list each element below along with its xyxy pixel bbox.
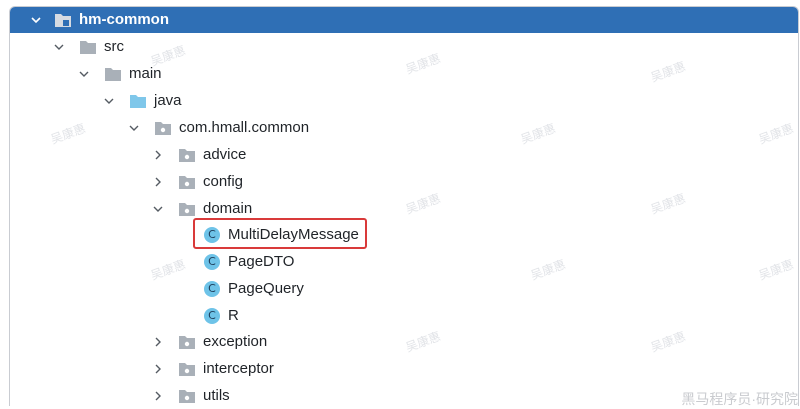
tree-item-java[interactable]: java bbox=[10, 88, 798, 114]
tree-item-label: config bbox=[203, 173, 244, 190]
package-icon bbox=[178, 387, 196, 405]
tree-item-label: advice bbox=[203, 146, 247, 163]
tree-item-config[interactable]: config bbox=[10, 169, 798, 195]
package-icon bbox=[178, 173, 196, 191]
class-c-icon: C bbox=[204, 254, 220, 270]
source-folder-icon bbox=[129, 92, 147, 110]
package-icon bbox=[178, 360, 196, 378]
highlight-box bbox=[193, 218, 367, 249]
tree-item-label: main bbox=[129, 65, 162, 82]
folder-icon bbox=[104, 65, 122, 83]
module-folder-icon bbox=[54, 11, 72, 29]
tree-item-label: exception bbox=[203, 333, 268, 350]
tree-item-class-pagequery[interactable]: C PageQuery bbox=[10, 276, 798, 302]
tree-item-label: utils bbox=[203, 387, 230, 404]
tree-item-label: R bbox=[228, 307, 239, 324]
chevron-down-icon[interactable] bbox=[29, 13, 43, 27]
tree-item-label: com.hmall.common bbox=[179, 119, 310, 136]
chevron-down-icon[interactable] bbox=[127, 121, 141, 135]
class-c-icon: C bbox=[204, 308, 220, 324]
tree-item-exception[interactable]: exception bbox=[10, 329, 798, 355]
tree-item-class-multidelaymessage[interactable]: C MultiDelayMessage bbox=[10, 222, 798, 248]
tree-item-interceptor[interactable]: interceptor bbox=[10, 356, 798, 382]
tree-item-label: PageQuery bbox=[228, 280, 304, 297]
tree-item-label: hm-common bbox=[79, 11, 169, 28]
tree-item-class-r[interactable]: C R bbox=[10, 303, 798, 329]
chevron-right-icon[interactable] bbox=[151, 175, 165, 189]
chevron-down-icon[interactable] bbox=[102, 94, 116, 108]
tree-item-label: interceptor bbox=[203, 360, 274, 377]
chevron-down-icon[interactable] bbox=[151, 202, 165, 216]
tree-item-package[interactable]: com.hmall.common bbox=[10, 115, 798, 141]
package-icon bbox=[178, 200, 196, 218]
tree-item-label: src bbox=[104, 38, 124, 55]
package-icon bbox=[154, 119, 172, 137]
package-icon bbox=[178, 333, 196, 351]
tree-item-advice[interactable]: advice bbox=[10, 142, 798, 168]
class-c-icon: C bbox=[204, 281, 220, 297]
footer-watermark: 黑马程序员·研究院 bbox=[681, 391, 798, 407]
tree-item-label: PageDTO bbox=[228, 253, 295, 270]
project-tree-panel: hm-common src main java com.hmall.common… bbox=[9, 6, 799, 406]
tree-item-hm-common[interactable]: hm-common bbox=[10, 7, 798, 33]
tree-item-main[interactable]: main bbox=[10, 61, 798, 87]
chevron-right-icon[interactable] bbox=[151, 362, 165, 376]
tree-item-label: java bbox=[154, 92, 182, 109]
chevron-right-icon[interactable] bbox=[151, 389, 165, 403]
tree-item-label: domain bbox=[203, 200, 253, 217]
chevron-down-icon[interactable] bbox=[52, 40, 66, 54]
tree-item-src[interactable]: src bbox=[10, 34, 798, 60]
chevron-right-icon[interactable] bbox=[151, 335, 165, 349]
chevron-right-icon[interactable] bbox=[151, 148, 165, 162]
tree-item-domain[interactable]: domain bbox=[10, 196, 798, 222]
tree-item-class-pagedto[interactable]: C PageDTO bbox=[10, 249, 798, 275]
folder-icon bbox=[79, 38, 97, 56]
tree-item-utils[interactable]: utils bbox=[10, 383, 798, 406]
package-icon bbox=[178, 146, 196, 164]
chevron-down-icon[interactable] bbox=[77, 67, 91, 81]
